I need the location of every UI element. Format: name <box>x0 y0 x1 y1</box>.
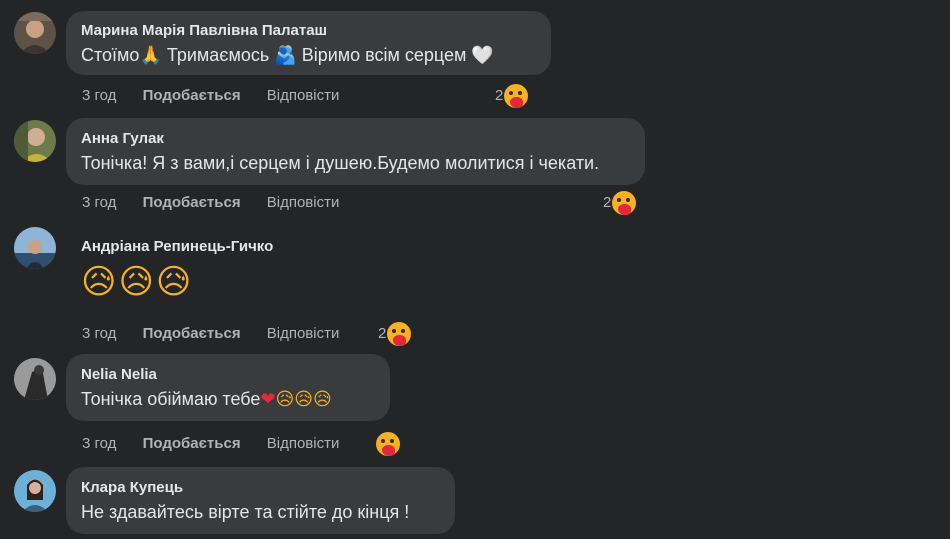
care-reaction-icon <box>387 322 412 347</box>
reply-button[interactable]: Відповісти <box>267 325 340 342</box>
comment-text: Тонічка! Я з вами,і серцем і душею.Будем… <box>81 153 600 173</box>
avatar[interactable] <box>14 470 56 512</box>
reaction-summary[interactable] <box>375 431 400 457</box>
timestamp-link[interactable]: 3 год <box>82 325 116 342</box>
comment-bubble: Марина Марія Павлівна Палаташ Стоїмо🙏 Тр… <box>66 11 551 75</box>
comment-author[interactable]: Nelia Nelia <box>81 366 378 384</box>
care-reaction-icon <box>376 432 400 457</box>
reaction-summary[interactable]: 2 <box>378 321 412 347</box>
comment-author[interactable]: Анна Гулак <box>81 130 633 148</box>
reaction-count: 2 <box>603 194 612 211</box>
timestamp-link[interactable]: 3 год <box>82 435 116 452</box>
comment-text: Не здавайтесь вірте та стійте до кінця ! <box>81 502 410 522</box>
like-button[interactable]: Подобається <box>143 435 241 452</box>
comment-bubble: Андріана Репинець-Гичко 😥😥😥 <box>66 227 366 311</box>
comment-actions: 3 год Подобається Відповісти <box>82 86 361 106</box>
comment-bubble: Анна Гулак Тонічка! Я з вами,і серцем і … <box>66 118 645 185</box>
comment-author[interactable]: Андріана Репинець-Гичко <box>81 238 354 256</box>
comment-bubble: Nelia Nelia Тонічка обіймаю тебе❤😥😥😥 <box>66 354 390 421</box>
reply-button[interactable]: Відповісти <box>267 435 340 452</box>
comment-text: Стоїмо🙏 Тримаємось 🫂 Віримо всім серцем … <box>81 45 494 66</box>
care-reaction-icon <box>504 84 529 109</box>
reaction-summary[interactable]: 2 <box>495 83 529 109</box>
comment-actions: 3 год Подобається Відповісти <box>82 193 361 213</box>
comment-text: Тонічка обіймаю тебе❤😥😥😥 <box>81 389 332 410</box>
comment-author[interactable]: Клара Купець <box>81 479 443 497</box>
avatar[interactable] <box>14 120 56 162</box>
reaction-count: 2 <box>378 325 387 342</box>
like-button[interactable]: Подобається <box>143 87 241 104</box>
timestamp-link[interactable]: 3 год <box>82 194 116 211</box>
avatar[interactable] <box>14 358 56 400</box>
comment-actions: 3 год Подобається Відповісти <box>82 324 361 344</box>
comment-author[interactable]: Марина Марія Павлівна Палаташ <box>81 22 539 40</box>
reaction-count: 2 <box>495 87 504 104</box>
reaction-summary[interactable]: 2 <box>603 190 637 216</box>
comment-bubble: Клара Купець Не здавайтесь вірте та стій… <box>66 467 455 534</box>
reply-button[interactable]: Відповісти <box>267 87 340 104</box>
timestamp-link[interactable]: 3 год <box>82 87 116 104</box>
like-button[interactable]: Подобається <box>143 325 241 342</box>
care-reaction-icon <box>612 191 637 216</box>
like-button[interactable]: Подобається <box>143 194 241 211</box>
reply-button[interactable]: Відповісти <box>267 194 340 211</box>
avatar[interactable] <box>14 12 56 54</box>
avatar[interactable] <box>14 227 56 269</box>
comment-actions: 3 год Подобається Відповісти <box>82 434 361 454</box>
comment-emoji-text: 😥😥😥 <box>81 262 194 302</box>
